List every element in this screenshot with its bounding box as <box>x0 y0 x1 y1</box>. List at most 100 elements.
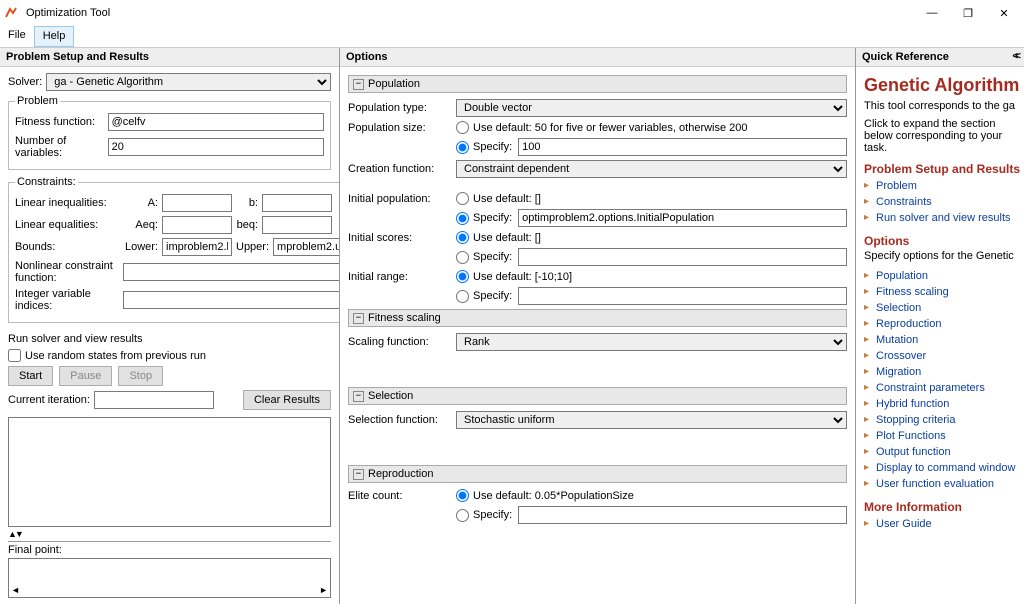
problem-fieldset: Problem Fitness function: Number of vari… <box>8 95 331 170</box>
pause-button[interactable]: Pause <box>59 366 112 386</box>
elite-input[interactable] <box>518 506 847 524</box>
run-solver-header: Run solver and view results <box>8 333 331 345</box>
title-bar: Optimization Tool — ❐ ✕ <box>0 0 1024 26</box>
creation-function-label: Creation function: <box>348 163 450 175</box>
A-input[interactable] <box>162 194 232 212</box>
creation-function-select[interactable]: Constraint dependent <box>456 160 847 178</box>
center-panel: Options − Population Population type: Do… <box>340 48 856 604</box>
start-button[interactable]: Start <box>8 366 53 386</box>
menu-help[interactable]: Help <box>34 26 75 47</box>
help-link-selection[interactable]: Selection <box>864 300 1020 316</box>
reproduction-title: Reproduction <box>368 468 433 480</box>
scroll-left-icon[interactable]: ◄ <box>11 585 20 595</box>
beq-input[interactable] <box>262 216 332 234</box>
final-point-box[interactable]: ◄ ► <box>8 558 331 598</box>
population-size-specify-radio[interactable] <box>456 141 469 154</box>
help-link-constraints[interactable]: Constraints <box>864 194 1020 210</box>
help-link-reproduction[interactable]: Reproduction <box>864 316 1020 332</box>
stop-button[interactable]: Stop <box>118 366 163 386</box>
linear-ineq-label: Linear inequalities: <box>15 197 120 209</box>
intidx-label: Integer variable indices: <box>15 288 119 312</box>
lower-label: Lower: <box>124 241 158 253</box>
Aeq-label: Aeq: <box>124 219 158 231</box>
collapse-icon-3[interactable]: − <box>353 391 364 402</box>
initscores-specify-radio[interactable] <box>456 251 469 264</box>
help-link-problem[interactable]: Problem <box>864 178 1020 194</box>
expand-toggle-icon[interactable]: ▲▼ <box>8 527 331 541</box>
help-section-options: Options <box>864 234 1020 248</box>
help-link-constraint-params[interactable]: Constraint parameters <box>864 380 1020 396</box>
app-logo-icon <box>2 4 20 22</box>
help-link-output-function[interactable]: Output function <box>864 444 1020 460</box>
help-section-more-info: More Information <box>864 500 1020 514</box>
population-size-label: Population size: <box>348 122 450 134</box>
help-link-crossover[interactable]: Crossover <box>864 348 1020 364</box>
initpop-specify-radio[interactable] <box>456 212 469 225</box>
population-type-select[interactable]: Double vector <box>456 99 847 117</box>
population-size-default-radio[interactable] <box>456 121 469 134</box>
upper-input[interactable] <box>273 238 339 256</box>
nlcon-input[interactable] <box>123 263 339 281</box>
initscores-default-radio[interactable] <box>456 231 469 244</box>
initscores-input[interactable] <box>518 248 847 266</box>
population-section-header[interactable]: − Population <box>348 75 847 93</box>
right-panel: Quick Reference << Genetic Algorithm Sol… <box>856 48 1024 604</box>
help-link-population[interactable]: Population <box>864 268 1020 284</box>
lower-input[interactable] <box>162 238 232 256</box>
maximize-button[interactable]: ❐ <box>950 1 986 25</box>
b-input[interactable] <box>262 194 332 212</box>
current-iteration-label: Current iteration: <box>8 394 90 406</box>
solver-select[interactable]: ga - Genetic Algorithm <box>46 73 331 91</box>
reproduction-section-header[interactable]: − Reproduction <box>348 465 847 483</box>
nvars-input[interactable] <box>108 138 324 156</box>
collapse-icon-4[interactable]: − <box>353 469 364 480</box>
use-random-label: Use random states from previous run <box>25 350 206 362</box>
collapse-panel-icon[interactable]: << <box>1012 51 1018 63</box>
help-link-user-guide[interactable]: User Guide <box>864 516 1020 532</box>
help-section-problem: Problem Setup and Results <box>864 162 1020 176</box>
menu-file[interactable]: File <box>0 26 34 47</box>
use-random-checkbox[interactable] <box>8 349 21 362</box>
b-label: b: <box>236 197 258 209</box>
menu-bar: File Help <box>0 26 1024 48</box>
help-link-display-cmd[interactable]: Display to command window <box>864 460 1020 476</box>
selection-section-header[interactable]: − Selection <box>348 387 847 405</box>
initpop-input[interactable] <box>518 209 847 227</box>
nlcon-label: Nonlinear constraint function: <box>15 260 119 284</box>
help-heading: Genetic Algorithm Solver <box>864 75 1020 96</box>
collapse-icon[interactable]: − <box>353 79 364 90</box>
help-link-stopping-criteria[interactable]: Stopping criteria <box>864 412 1020 428</box>
initrange-specify-radio[interactable] <box>456 290 469 303</box>
scroll-right-icon[interactable]: ► <box>319 585 328 595</box>
minimize-button[interactable]: — <box>914 1 950 25</box>
help-link-run-solver[interactable]: Run solver and view results <box>864 210 1020 226</box>
collapse-icon-2[interactable]: − <box>353 313 364 324</box>
fitness-scaling-section-header[interactable]: − Fitness scaling <box>348 309 847 327</box>
initpop-default-radio[interactable] <box>456 192 469 205</box>
help-link-hybrid-function[interactable]: Hybrid function <box>864 396 1020 412</box>
left-panel-header: Problem Setup and Results <box>0 48 339 67</box>
help-link-plot-functions[interactable]: Plot Functions <box>864 428 1020 444</box>
elite-specify-radio[interactable] <box>456 509 469 522</box>
scaling-function-label: Scaling function: <box>348 336 450 348</box>
left-panel: Problem Setup and Results Solver: ga - G… <box>0 48 340 604</box>
initial-population-label: Initial population: <box>348 193 450 205</box>
help-link-user-func-eval[interactable]: User function evaluation <box>864 476 1020 492</box>
close-button[interactable]: ✕ <box>986 1 1022 25</box>
fitness-function-input[interactable] <box>108 113 324 131</box>
initrange-default-radio[interactable] <box>456 270 469 283</box>
population-size-input[interactable] <box>518 138 847 156</box>
scaling-function-select[interactable]: Rank <box>456 333 847 351</box>
selection-function-select[interactable]: Stochastic uniform <box>456 411 847 429</box>
window-title: Optimization Tool <box>26 7 110 19</box>
Aeq-input[interactable] <box>162 216 232 234</box>
elite-default-radio[interactable] <box>456 489 469 502</box>
help-link-mutation[interactable]: Mutation <box>864 332 1020 348</box>
initrange-input[interactable] <box>518 287 847 305</box>
intidx-input[interactable] <box>123 291 339 309</box>
clear-results-button[interactable]: Clear Results <box>243 390 331 410</box>
initial-scores-label: Initial scores: <box>348 232 450 244</box>
help-link-migration[interactable]: Migration <box>864 364 1020 380</box>
help-link-fitness-scaling[interactable]: Fitness scaling <box>864 284 1020 300</box>
results-textarea[interactable] <box>8 417 331 527</box>
